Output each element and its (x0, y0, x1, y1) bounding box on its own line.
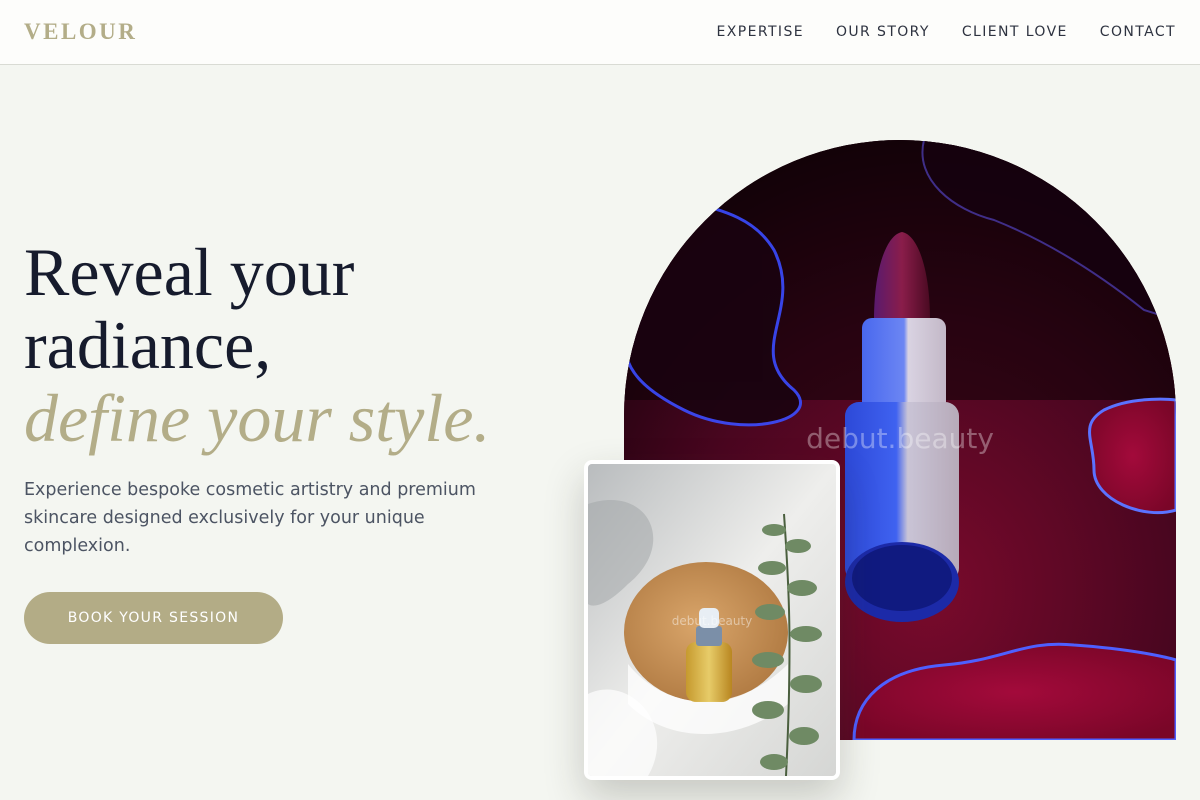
hero-title-accent: define your style. (24, 380, 491, 456)
book-session-button[interactable]: BOOK YOUR SESSION (24, 592, 283, 644)
card-watermark: debut.beauty (671, 614, 753, 628)
nav-link-our-story[interactable]: OUR STORY (836, 24, 930, 40)
serum-image: debut.beauty (588, 464, 836, 776)
hero-title: Reveal your radiance, define your style. (24, 236, 584, 455)
serum-card: debut.beauty (584, 460, 840, 780)
main-nav: EXPERTISE OUR STORY CLIENT LOVE CONTACT (685, 24, 1176, 40)
brand-logo[interactable]: VELOUR (24, 19, 137, 45)
hero-title-line-1: Reveal your (24, 234, 355, 310)
nav-link-contact[interactable]: CONTACT (1100, 24, 1176, 40)
nav-link-expertise[interactable]: EXPERTISE (717, 24, 804, 40)
site-header: VELOUR EXPERTISE OUR STORY CLIENT LOVE C… (0, 0, 1200, 65)
hero-subtitle: Experience bespoke cosmetic artistry and… (24, 480, 476, 556)
image-watermark: debut.beauty (806, 422, 994, 455)
hero-title-line-2: radiance, (24, 307, 272, 383)
nav-link-client-love[interactable]: CLIENT LOVE (962, 24, 1068, 40)
